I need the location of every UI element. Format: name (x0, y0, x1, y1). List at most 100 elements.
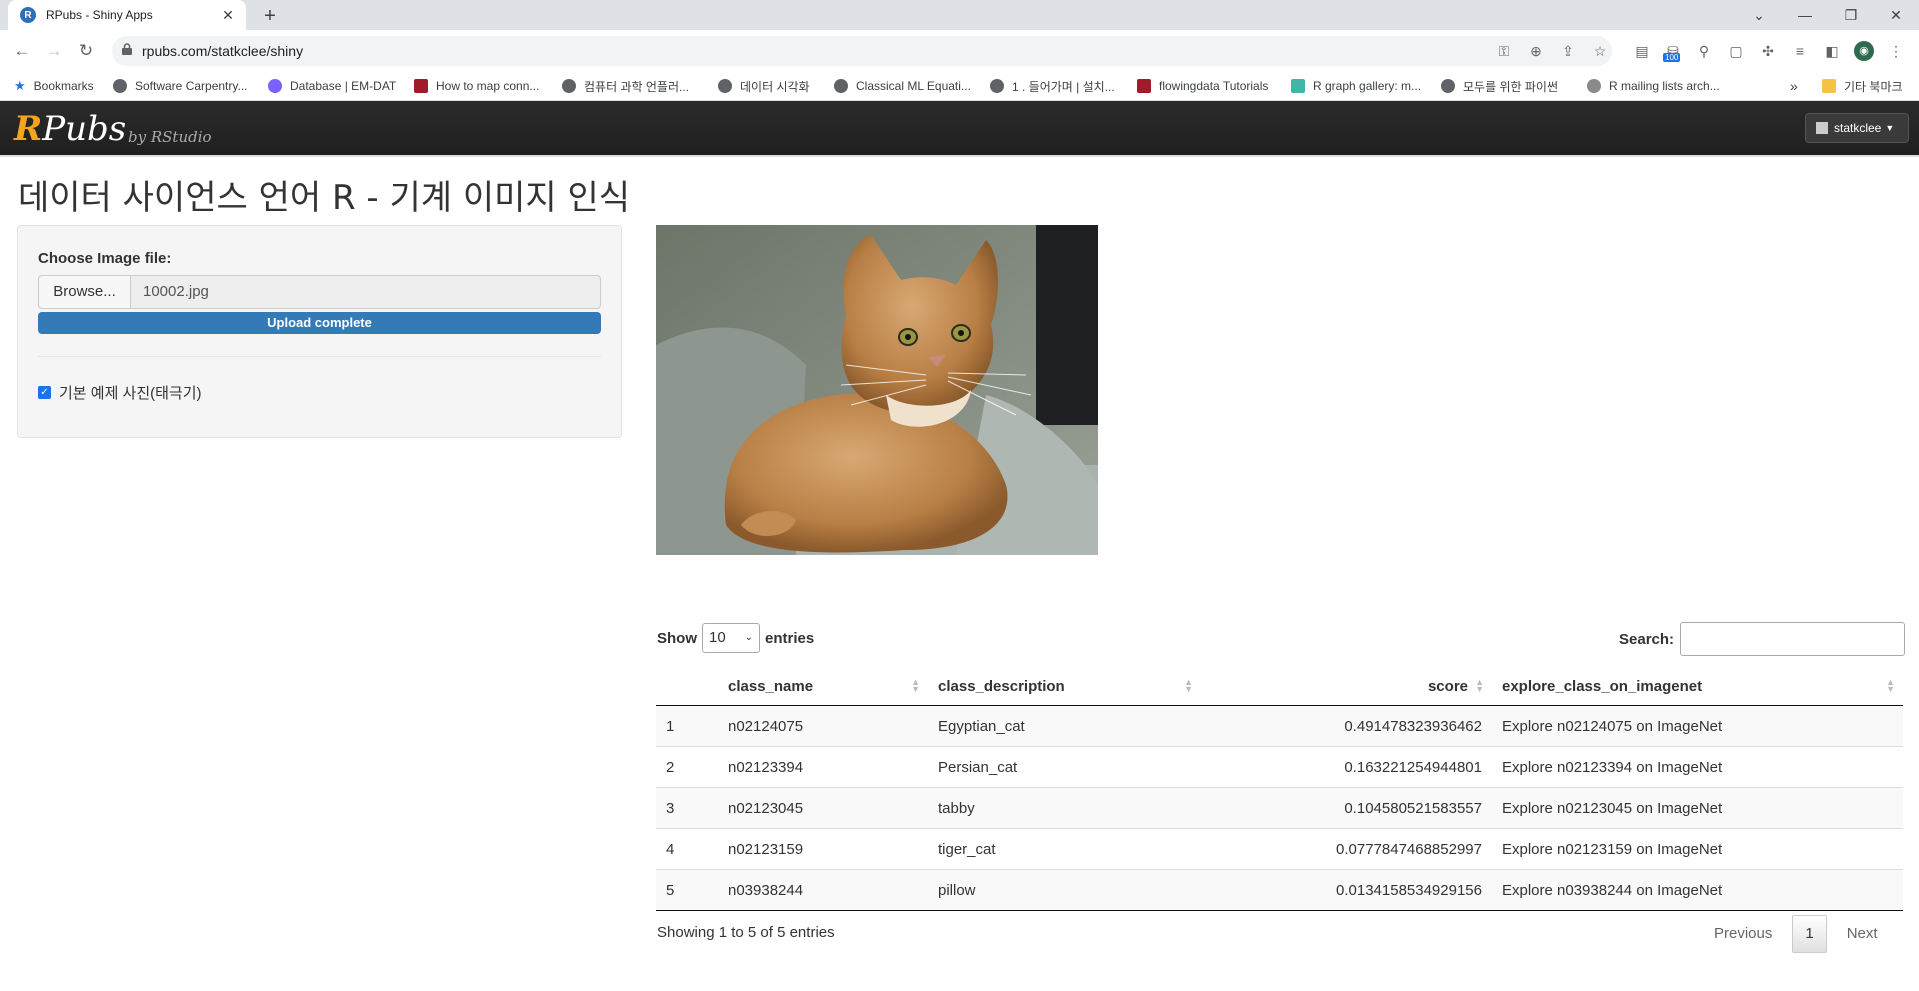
extension-icon[interactable]: ⚲ (1694, 41, 1714, 61)
class-name-cell: n02123045 (718, 787, 928, 829)
other-bookmarks-folder[interactable]: 기타 북마크 (1822, 72, 1903, 100)
share-icon[interactable]: ⇪ (1558, 41, 1578, 61)
new-tab-icon[interactable]: + (258, 4, 282, 28)
bookmark-label: Software Carpentry... (135, 79, 248, 93)
site-icon (1137, 79, 1151, 93)
table-length-control: Show 10 ⌄ entries (657, 623, 814, 653)
browse-button[interactable]: Browse... (39, 276, 131, 308)
sort-icon: ▲ ▼ (1475, 677, 1484, 694)
bookmark-item[interactable]: 데이터 시각화 (718, 72, 810, 100)
table-header-row: class_name ▲ ▼ class_description ▲ ▼ score ▲ ▼… (656, 667, 1903, 706)
bookmark-item[interactable]: ★ Bookmarks (14, 72, 94, 100)
back-icon[interactable]: ← (10, 39, 34, 63)
globe-icon (1441, 79, 1455, 93)
explore-cell: Explore n02123394 on ImageNet (1492, 746, 1903, 788)
rpubs-logo[interactable]: RPubs (14, 109, 126, 149)
site-icon (414, 79, 428, 93)
file-input[interactable]: Browse... 10002.jpg (38, 275, 601, 309)
page-1-button[interactable]: 1 (1792, 915, 1827, 953)
bookmark-item[interactable]: 1 . 들어가며 | 설치... (990, 72, 1115, 100)
length-label-post: entries (765, 629, 815, 647)
bookmark-label: flowingdata Tutorials (1159, 79, 1269, 93)
bookmark-item[interactable]: flowingdata Tutorials (1137, 72, 1268, 100)
address-bar[interactable]: rpubs.com/statkclee/shiny ⚿ ⊕ ⇪ ☆ (112, 36, 1612, 66)
explore-cell: Explore n02124075 on ImageNet (1492, 705, 1903, 747)
minimize-icon[interactable]: — (1782, 0, 1828, 30)
bookmark-item[interactable]: 모두를 위한 파이썬 (1441, 72, 1558, 100)
table-row: 2 n02123394 Persian_cat 0.16322125494480… (656, 746, 1903, 788)
sort-icon: ▲ ▼ (1184, 677, 1193, 694)
column-header-score[interactable]: score ▲ ▼ (1201, 667, 1492, 706)
window-close-icon[interactable]: ✕ (1873, 0, 1919, 30)
tab-title: RPubs - Shiny Apps (46, 8, 153, 22)
checkbox-checked-icon[interactable]: ✓ (38, 386, 51, 399)
row-index: 5 (656, 869, 718, 911)
forward-icon[interactable]: → (42, 39, 66, 63)
class-name-cell: n02123159 (718, 828, 928, 870)
entries-select-value: 10 (709, 629, 726, 646)
bookmark-label: Bookmarks (33, 79, 94, 93)
table-row: 4 n02123159 tiger_cat 0.0777847468852997… (656, 828, 1903, 870)
bookmark-star-icon[interactable]: ☆ (1590, 41, 1610, 61)
bookmark-label: 기타 북마크 (1844, 79, 1903, 94)
browser-tab[interactable]: R RPubs - Shiny Apps ✕ (8, 0, 246, 30)
bookmark-item[interactable]: Software Carpentry... (113, 72, 248, 100)
folder-icon (1822, 79, 1836, 93)
column-header-class-description[interactable]: class_description ▲ ▼ (928, 667, 1201, 706)
bookmark-item[interactable]: R mailing lists arch... (1587, 72, 1720, 100)
menu-kebab-icon[interactable]: ⋮ (1886, 41, 1906, 61)
score-cell: 0.0777847468852997 (1201, 828, 1492, 870)
class-description-cell: pillow (928, 869, 1201, 911)
rpubs-navbar: RPubs by RStudio statkclee ▼ (0, 101, 1919, 157)
tab-search-icon[interactable]: ⌄ (1736, 0, 1782, 30)
bookmark-item[interactable]: Classical ML Equati... (834, 72, 971, 100)
bookmark-label: Database | EM-DAT (290, 79, 397, 93)
class-name-cell: n02124075 (718, 705, 928, 747)
bookmark-label: Classical ML Equati... (856, 79, 971, 93)
column-header-class-name[interactable]: class_name ▲ ▼ (718, 667, 928, 706)
user-menu-button[interactable]: statkclee ▼ (1805, 113, 1909, 143)
bookmarks-overflow-icon[interactable]: » (1790, 72, 1798, 100)
extension-badge-icon[interactable]: 100 ⛁ (1663, 41, 1683, 62)
search-input[interactable] (1680, 622, 1906, 656)
bookmark-label: 데이터 시각화 (740, 79, 810, 94)
zoom-icon[interactable]: ⊕ (1526, 41, 1546, 61)
tab-close-icon[interactable]: ✕ (218, 7, 238, 24)
column-header-label: explore_class_on_imagenet (1502, 677, 1703, 695)
column-header-index[interactable] (656, 667, 718, 706)
extension-icon[interactable]: ▤ (1632, 41, 1652, 61)
extension-icon[interactable]: ▢ (1726, 41, 1746, 61)
class-description-cell: Egyptian_cat (928, 705, 1201, 747)
default-example-checkbox-row[interactable]: ✓ 기본 예제 사진(태극기) (38, 382, 202, 403)
bookmark-item[interactable]: 컴퓨터 과학 언플러... (562, 72, 689, 100)
next-button[interactable]: Next (1833, 916, 1892, 952)
score-cell: 0.491478323936462 (1201, 705, 1492, 747)
reload-icon[interactable]: ↻ (74, 39, 98, 63)
row-index: 1 (656, 705, 718, 747)
globe-icon (718, 79, 732, 93)
table-row: 5 n03938244 pillow 0.0134158534929156 Ex… (656, 869, 1903, 911)
sort-icon: ▲ ▼ (1886, 677, 1895, 694)
row-index: 4 (656, 828, 718, 870)
bookmark-item[interactable]: Database | EM-DAT (268, 72, 396, 100)
column-header-explore[interactable]: explore_class_on_imagenet ▲ ▼ (1492, 667, 1903, 706)
profile-avatar-icon[interactable]: ◉ (1854, 41, 1874, 61)
sort-icon: ▲ ▼ (911, 677, 920, 694)
results-table: class_name ▲ ▼ class_description ▲ ▼ score ▲ ▼… (656, 667, 1903, 911)
side-panel-icon[interactable]: ◧ (1822, 41, 1842, 61)
key-icon[interactable]: ⚿ (1494, 41, 1514, 61)
previous-button[interactable]: Previous (1700, 916, 1786, 952)
bookmark-item[interactable]: How to map conn... (414, 72, 539, 100)
table-search: Search: (1619, 622, 1906, 656)
file-input-label: Choose Image file: (38, 250, 172, 267)
entries-select[interactable]: 10 ⌄ (702, 623, 760, 653)
globe-icon (990, 79, 1004, 93)
extension-badge: 100 (1663, 53, 1681, 62)
explore-cell: Explore n02123045 on ImageNet (1492, 787, 1903, 829)
explore-cell: Explore n02123159 on ImageNet (1492, 828, 1903, 870)
bookmark-item[interactable]: R graph gallery: m... (1291, 72, 1421, 100)
reading-list-icon[interactable]: ≡ (1790, 41, 1810, 61)
restore-icon[interactable]: ❐ (1828, 0, 1874, 30)
puzzle-icon[interactable]: ✣ (1758, 41, 1778, 61)
score-cell: 0.163221254944801 (1201, 746, 1492, 788)
